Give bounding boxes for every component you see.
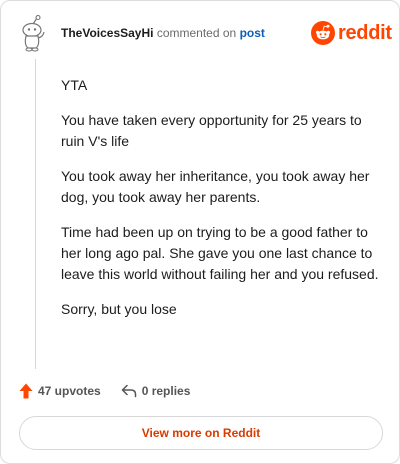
embedded-comment-card: TheVoicesSayHi commented on post reddit … xyxy=(0,0,400,464)
view-more-on-reddit-button[interactable]: View more on Reddit xyxy=(19,416,383,450)
comment-paragraph: Sorry, but you lose xyxy=(61,301,177,317)
upvotes-item[interactable]: 47 upvotes xyxy=(19,383,101,399)
user-avatar[interactable] xyxy=(19,14,49,53)
thread-line xyxy=(35,59,36,369)
comment-paragraph: Time had been up on trying to be a good … xyxy=(61,224,379,282)
reddit-logo[interactable]: reddit xyxy=(311,21,392,45)
upvote-arrow-icon xyxy=(19,383,33,399)
comment-paragraph: You have taken every opportunity for 25 … xyxy=(61,112,362,149)
reply-arrow-icon xyxy=(121,384,136,398)
comment-paragraph: YTA xyxy=(61,77,88,93)
comment-header: TheVoicesSayHi commented on post xyxy=(61,25,265,41)
post-link[interactable]: post xyxy=(240,26,265,40)
reply-count: 0 replies xyxy=(141,384,191,398)
replies-item[interactable]: 0 replies xyxy=(121,383,191,399)
commented-on-text: commented on xyxy=(156,26,237,40)
reddit-wordmark: reddit xyxy=(338,22,392,44)
comment-footer: 47 upvotes 0 replies xyxy=(19,383,190,399)
username-link[interactable]: TheVoicesSayHi xyxy=(61,26,153,40)
snoo-avatar-icon xyxy=(22,14,45,52)
reddit-snoo-icon xyxy=(311,21,335,45)
comment-body: YTA You have taken every opportunity for… xyxy=(61,75,383,334)
upvote-count: 47 upvotes xyxy=(38,384,101,398)
comment-paragraph: You took away her inheritance, you took … xyxy=(61,168,370,205)
